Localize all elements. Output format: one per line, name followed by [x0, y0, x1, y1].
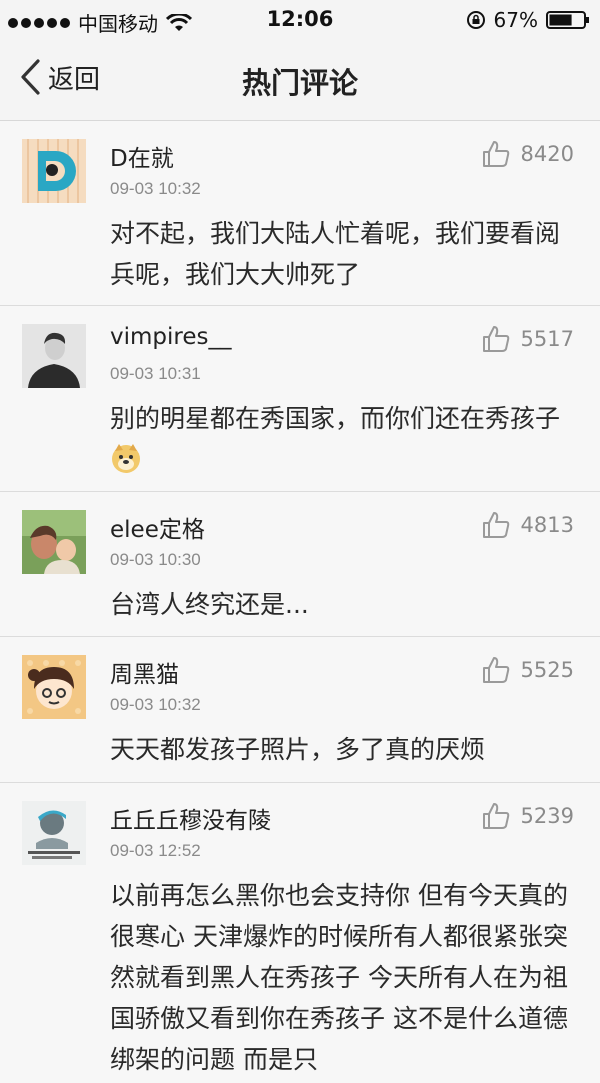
- username[interactable]: vimpires__: [110, 324, 231, 350]
- rotation-lock-icon: [466, 11, 485, 29]
- avatar[interactable]: [22, 801, 86, 865]
- like-button[interactable]: 4813: [481, 510, 574, 540]
- comment-list: D在就 09-03 10:32 8420 对不起，我们大陆人忙着呢，我们要看阅兵…: [0, 121, 600, 1083]
- thumbs-up-icon: [482, 803, 509, 829]
- comment-time: 09-03 10:32: [110, 695, 201, 714]
- battery-icon: [546, 11, 589, 29]
- comment-text: 台湾人终究还是...: [110, 590, 309, 619]
- comment-item: D在就 09-03 10:32 8420 对不起，我们大陆人忙着呢，我们要看阅兵…: [0, 121, 600, 306]
- like-button[interactable]: 5525: [481, 655, 574, 685]
- username[interactable]: 丘丘丘穆没有陵: [110, 801, 271, 835]
- comment-text: 以前再怎么黑你也会支持你 但有今天真的很寒心 天津爆炸的时候所有人都很紧张突然就…: [110, 881, 568, 1074]
- comment-text-content: 别的明星都在秀国家，而你们还在秀孩子: [110, 404, 561, 433]
- like-button[interactable]: 5517: [481, 324, 574, 354]
- like-count: 8420: [520, 142, 574, 166]
- username[interactable]: D在就: [110, 139, 174, 173]
- username[interactable]: 周黑猫: [110, 655, 179, 689]
- like-count: 5525: [520, 658, 574, 682]
- comment-item: 周黑猫 09-03 10:32 5525 天天都发孩子照片，多了真的厌烦: [0, 637, 600, 783]
- avatar[interactable]: [22, 324, 86, 388]
- avatar[interactable]: [22, 510, 86, 574]
- thumbs-up-icon: [482, 512, 509, 538]
- like-button[interactable]: 8420: [481, 139, 574, 169]
- comment-item: elee定格 09-03 10:30 4813 台湾人终究还是...: [0, 492, 600, 637]
- comment-text: 对不起，我们大陆人忙着呢，我们要看阅兵呢，我们大大帅死了: [110, 219, 561, 289]
- thumbs-up-icon: [482, 141, 509, 167]
- avatar[interactable]: [22, 139, 86, 203]
- doge-emoji: [112, 444, 140, 473]
- comment-time: 09-03 10:32: [110, 179, 201, 198]
- comment-time: 09-03 10:31: [110, 364, 201, 383]
- like-count: 5239: [520, 804, 574, 828]
- comment-text: 天天都发孩子照片，多了真的厌烦: [110, 735, 486, 764]
- thumbs-up-icon: [482, 326, 509, 352]
- thumbs-up-icon: [482, 657, 509, 683]
- comment-text: 别的明星都在秀国家，而你们还在秀孩子: [110, 398, 570, 480]
- username[interactable]: elee定格: [110, 510, 205, 544]
- like-count: 5517: [520, 327, 574, 351]
- battery-percent: 67%: [493, 8, 538, 32]
- like-button[interactable]: 5239: [481, 801, 574, 831]
- comment-time: 09-03 12:52: [110, 841, 201, 860]
- like-count: 4813: [520, 513, 574, 537]
- comment-time: 09-03 10:30: [110, 550, 201, 569]
- comment-item: vimpires__ 09-03 10:31 5517 别的明星都在秀国家，而你…: [0, 306, 600, 492]
- status-bar: 中国移动 12:06 67%: [0, 0, 600, 40]
- nav-bar: 返回 热门评论: [0, 40, 600, 121]
- page-title: 热门评论: [241, 66, 358, 100]
- avatar[interactable]: [22, 655, 86, 719]
- comment-item: 丘丘丘穆没有陵 09-03 12:52 5239 以前再怎么黑你也会支持你 但有…: [0, 783, 600, 1083]
